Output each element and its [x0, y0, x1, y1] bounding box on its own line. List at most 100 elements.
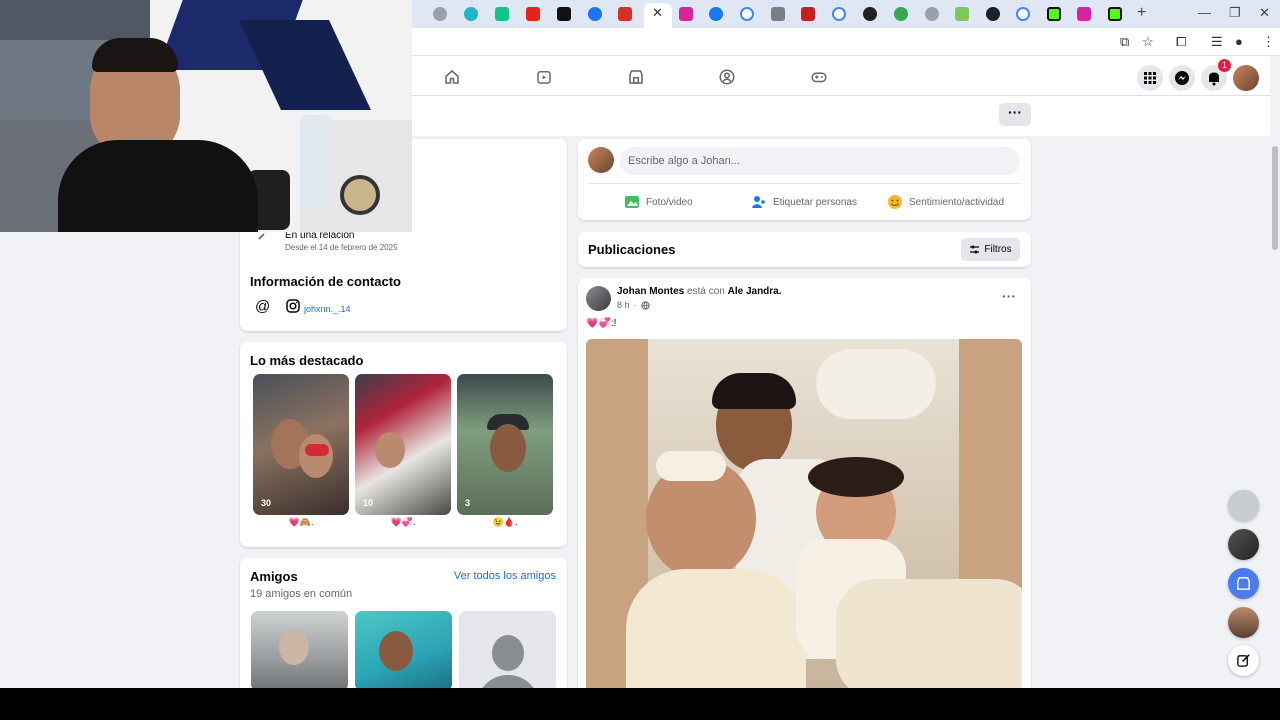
close-window-icon[interactable]: ✕	[1259, 5, 1270, 21]
post-tagged-user[interactable]: Ale Jandra.	[728, 286, 782, 297]
highlight-count: 10	[363, 498, 374, 508]
menu-grid-icon[interactable]	[1137, 65, 1163, 91]
tab-favicon[interactable]	[618, 7, 632, 21]
groups-icon[interactable]	[718, 68, 736, 86]
tab-favicon[interactable]	[679, 7, 693, 21]
filter-icon	[970, 245, 980, 254]
feeling-icon	[888, 195, 902, 209]
bookmark-star-icon[interactable]: ☆	[1142, 34, 1154, 50]
contact-avatar[interactable]	[1228, 490, 1259, 521]
tag-icon	[752, 196, 765, 208]
filters-button[interactable]: Filtros	[961, 238, 1020, 261]
tab-favicon[interactable]	[771, 7, 785, 21]
tag-people-button[interactable]: Etiquetar personas	[751, 194, 857, 210]
feeling-button[interactable]: Sentimiento/actividad	[887, 194, 1004, 210]
close-tab-icon[interactable]: ✕	[652, 5, 663, 21]
notification-badge: 1	[1218, 59, 1231, 72]
tab-favicon[interactable]	[588, 7, 602, 21]
post-header-line: Johan Montes está con Ale Jandra.	[617, 286, 782, 297]
browser-menu-icon[interactable]: ⋮	[1262, 34, 1275, 50]
photo-icon	[625, 196, 639, 208]
filters-label: Filtros	[984, 244, 1012, 255]
post-photo[interactable]	[586, 339, 1022, 688]
tab-favicon[interactable]	[955, 7, 969, 21]
restore-icon[interactable]: ❐	[1229, 5, 1241, 21]
cast-icon[interactable]: ⧉	[1120, 34, 1129, 50]
post-author[interactable]: Johan Montes	[617, 286, 684, 297]
marketplace-icon[interactable]	[627, 68, 645, 86]
feeling-label: Sentimiento/actividad	[909, 196, 1005, 208]
avatar[interactable]	[588, 147, 614, 173]
see-all-friends-link[interactable]: Ver todos los amigos	[454, 570, 556, 582]
gaming-icon[interactable]	[810, 68, 828, 86]
post-with-text: está con	[687, 286, 725, 297]
instagram-link[interactable]: johxnn._.14	[304, 304, 351, 314]
avatar[interactable]	[586, 286, 611, 311]
tab-favicon[interactable]	[740, 7, 754, 21]
friend-photo-placeholder[interactable]	[459, 611, 556, 691]
tab-favicon[interactable]	[894, 7, 908, 21]
tab-favicon[interactable]	[1047, 7, 1061, 21]
scrollbar-thumb[interactable]	[1272, 146, 1278, 250]
mutual-friends-count: 19 amigos en común	[250, 588, 353, 600]
highlight-caption: 💗🙈.	[288, 517, 314, 527]
instagram-icon	[286, 299, 300, 313]
tab-favicon[interactable]	[925, 7, 939, 21]
edit-icon	[1237, 654, 1250, 667]
contact-title: Información de contacto	[250, 274, 401, 289]
composer-input[interactable]: Escribe algo a Johan...	[620, 147, 1020, 175]
tab-favicon[interactable]	[801, 7, 815, 21]
watch-icon[interactable]	[535, 68, 553, 86]
marketplace-icon	[1237, 577, 1250, 590]
tab-favicon[interactable]	[526, 7, 540, 21]
tab-favicon[interactable]	[464, 7, 478, 21]
tab-favicon[interactable]	[495, 7, 509, 21]
tab-favicon[interactable]	[1016, 7, 1030, 21]
photo-video-label: Foto/video	[646, 196, 693, 208]
avatar[interactable]	[1233, 65, 1259, 91]
more-icon[interactable]: ···	[999, 103, 1031, 126]
post-time[interactable]: 8 h	[617, 300, 630, 310]
photo-video-button[interactable]: Foto/video	[624, 194, 693, 210]
at-icon: @	[255, 298, 271, 315]
posts-title: Publicaciones	[588, 242, 676, 257]
highlight-count: 3	[465, 498, 471, 508]
highlight-caption: 💗💞.	[390, 517, 416, 527]
tab-favicon[interactable]	[709, 7, 723, 21]
highlight-count: 30	[261, 498, 272, 508]
friend-photo[interactable]	[355, 611, 452, 691]
minimize-icon[interactable]: —	[1198, 5, 1211, 20]
tab-favicon[interactable]	[986, 7, 1000, 21]
globe-icon	[640, 300, 650, 310]
reading-list-icon[interactable]: ☰	[1211, 34, 1223, 50]
tab-favicon[interactable]	[1108, 7, 1122, 21]
profile-icon[interactable]: ●	[1235, 34, 1243, 49]
new-message-button[interactable]	[1228, 645, 1259, 676]
contact-avatar[interactable]	[1228, 607, 1259, 638]
friend-photo[interactable]	[251, 611, 348, 691]
tab-favicon[interactable]	[433, 7, 447, 21]
post-meta: 8 h ·	[617, 300, 650, 310]
tab-favicon[interactable]	[557, 7, 571, 21]
contact-avatar[interactable]	[1228, 529, 1259, 560]
tab-favicon[interactable]	[1077, 7, 1091, 21]
highlights-title: Lo más destacado	[250, 353, 364, 368]
highlight-story[interactable]: 10	[355, 374, 451, 515]
highlight-story[interactable]: 30	[253, 374, 349, 515]
highlight-story[interactable]: 3	[457, 374, 553, 515]
extensions-icon[interactable]: ⧠	[1176, 34, 1186, 50]
home-icon[interactable]	[443, 68, 461, 86]
relationship-date: Desde el 14 de febrero de 2025	[285, 243, 398, 252]
friends-title: Amigos	[250, 569, 298, 584]
highlight-caption: 😉🩸.	[492, 517, 518, 527]
marketplace-shortcut[interactable]	[1228, 568, 1259, 599]
webcam-overlay	[0, 0, 412, 232]
messenger-icon[interactable]	[1169, 65, 1195, 91]
tag-people-label: Etiquetar personas	[773, 196, 857, 208]
post-options-icon[interactable]: ···	[1002, 288, 1016, 304]
bottom-bar	[0, 688, 1280, 720]
tab-favicon[interactable]	[832, 7, 846, 21]
new-tab-icon[interactable]: +	[1137, 4, 1146, 22]
tab-favicon[interactable]	[863, 7, 877, 21]
post-text: 💗💞:!	[586, 318, 617, 329]
